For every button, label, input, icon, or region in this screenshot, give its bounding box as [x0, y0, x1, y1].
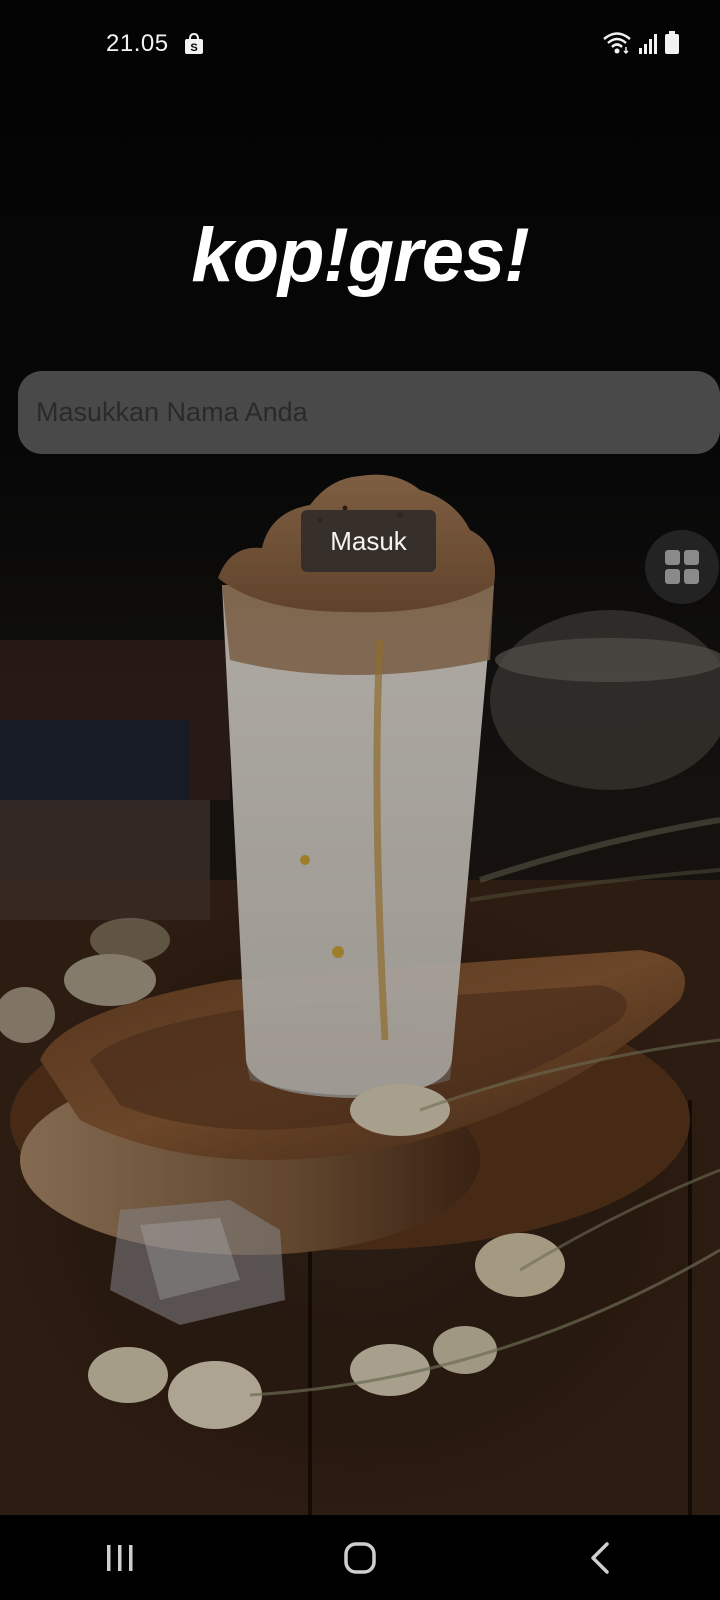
floating-grid-button[interactable] — [645, 530, 719, 604]
app-logo: kop!gres! — [191, 213, 529, 298]
home-icon — [344, 1541, 376, 1574]
login-button[interactable]: Masuk — [301, 510, 436, 572]
status-bar: 21.05 S — [0, 0, 720, 90]
name-input[interactable] — [18, 371, 720, 454]
back-button[interactable] — [540, 1515, 660, 1600]
battery-icon — [665, 31, 679, 54]
login-button-label: Masuk — [330, 525, 407, 556]
grid-icon — [665, 550, 699, 584]
recent-apps-icon — [107, 1544, 133, 1571]
svg-text:S: S — [190, 42, 197, 54]
back-icon — [591, 1541, 609, 1574]
wifi-icon — [603, 32, 631, 55]
recent-apps-button[interactable] — [60, 1515, 180, 1600]
status-time: 21.05 — [106, 30, 169, 57]
shopping-bag-icon: S — [185, 33, 203, 54]
home-button[interactable] — [300, 1515, 420, 1600]
navigation-bar — [0, 1515, 720, 1600]
signal-icon — [639, 34, 657, 54]
